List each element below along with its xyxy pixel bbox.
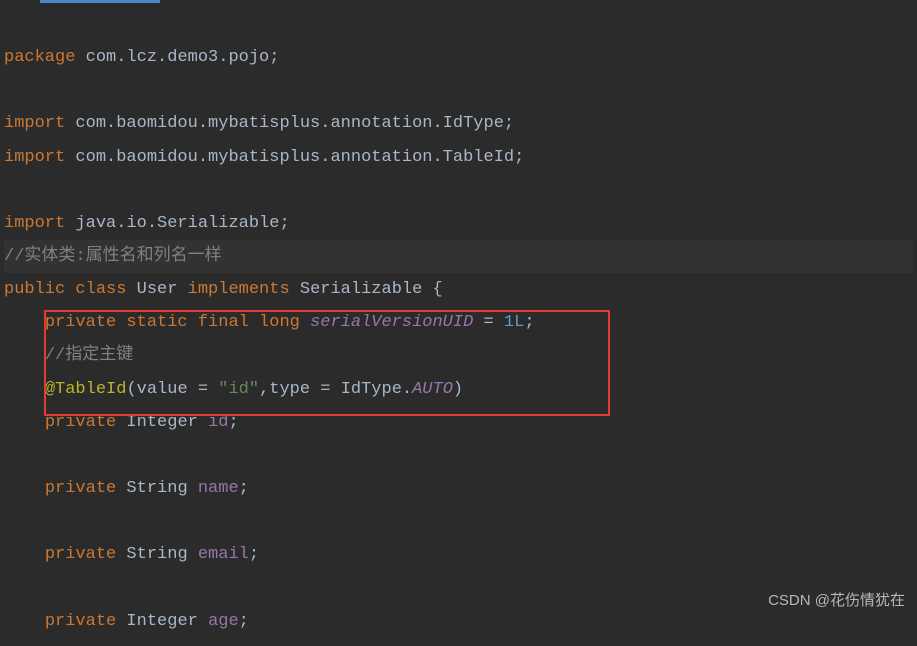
watermark-text: CSDN @花伤情犹在 — [768, 586, 905, 615]
code-line: //实体类:属性名和列名一样 — [4, 240, 913, 273]
code-line: import com.baomidou.mybatisplus.annotati… — [4, 114, 514, 133]
code-line: import java.io.Serializable; — [4, 214, 290, 233]
code-line: //指定主键 — [4, 346, 133, 365]
code-line: private String email; — [4, 545, 259, 564]
code-editor[interactable]: package com.lcz.demo3.pojo; import com.b… — [0, 0, 917, 646]
code-line: @TableId(value = "id",type = IdType.AUTO… — [4, 380, 463, 399]
code-line: private static final long serialVersionU… — [4, 313, 535, 332]
code-line — [4, 446, 14, 465]
code-line — [4, 81, 14, 100]
code-line: package com.lcz.demo3.pojo; — [4, 48, 279, 67]
code-line: private String name; — [4, 479, 249, 498]
code-line: private Integer id; — [4, 413, 239, 432]
code-line: public class User implements Serializabl… — [4, 280, 443, 299]
code-line: private Integer age; — [4, 612, 249, 631]
active-tab-indicator — [40, 0, 160, 3]
code-line — [4, 578, 14, 597]
code-line: import com.baomidou.mybatisplus.annotati… — [4, 148, 524, 167]
code-line — [4, 181, 14, 200]
code-line — [4, 512, 14, 531]
